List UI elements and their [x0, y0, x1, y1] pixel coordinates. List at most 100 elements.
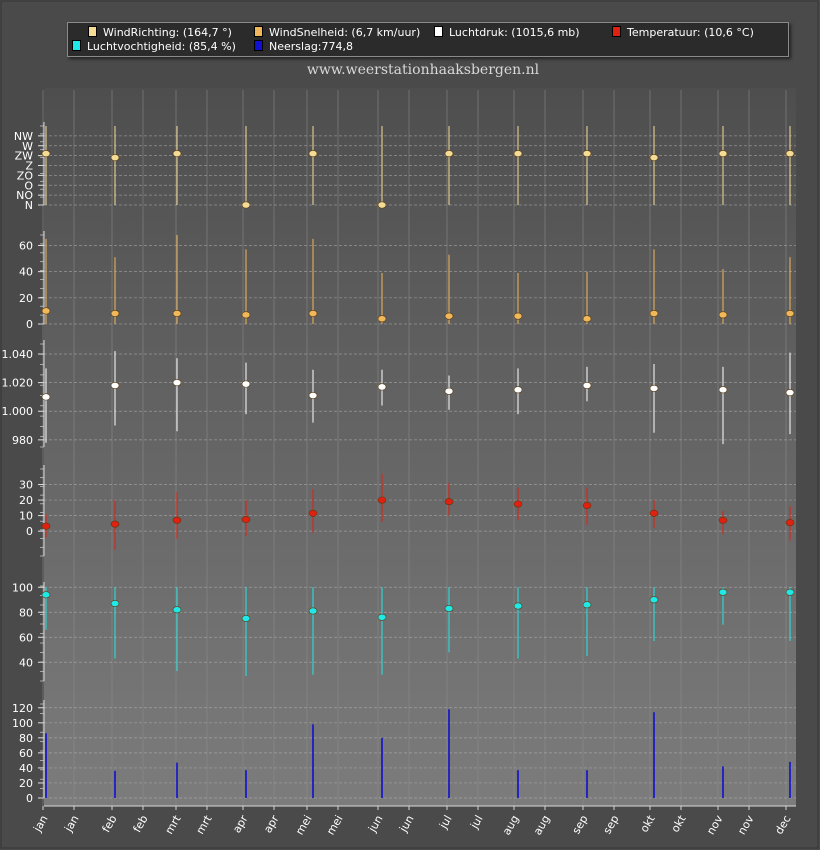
x-tick-label: jul	[467, 813, 485, 832]
y-tick-label: 40	[19, 266, 33, 279]
data-point	[172, 379, 182, 387]
data-point	[444, 604, 454, 612]
x-tick-label: aug	[500, 813, 522, 837]
data-point	[41, 150, 51, 158]
data-point	[785, 389, 795, 397]
legend-item: Luchtvochtigheid: (85,4 %)	[72, 40, 236, 54]
data-point	[41, 393, 51, 401]
x-tick-label: nov	[735, 813, 757, 837]
y-tick-label: 10	[19, 510, 33, 523]
y-tick-label: 80	[19, 732, 33, 745]
x-tick-label: mei	[293, 813, 315, 837]
data-point	[444, 150, 454, 158]
data-point	[513, 386, 523, 394]
data-point	[241, 201, 251, 209]
y-tick-label: 1.000	[2, 405, 34, 418]
x-tick-label: feb	[131, 813, 151, 835]
data-point	[241, 311, 251, 319]
data-point	[172, 516, 182, 524]
x-tick-label: mei	[324, 813, 346, 837]
data-point	[444, 498, 454, 506]
watermark-text: www.weerstationhaaksbergen.nl	[306, 62, 540, 78]
legend-swatch	[434, 26, 443, 37]
x-tick-label: jan	[61, 813, 81, 835]
data-point	[377, 315, 387, 323]
x-tick-label: mrt	[163, 812, 184, 836]
data-point	[444, 312, 454, 320]
x-tick-label: apr	[230, 813, 251, 836]
data-point	[582, 381, 592, 389]
y-tick-label: 20	[19, 777, 33, 790]
data-point	[110, 154, 120, 162]
data-point	[582, 601, 592, 609]
x-tick-label: jul	[436, 813, 454, 832]
data-point	[582, 502, 592, 510]
y-tick-label: 980	[12, 434, 33, 447]
data-point	[513, 500, 523, 508]
y-tick-label: 1.020	[2, 377, 34, 390]
x-axis: jan jan feb feb mrt mrt apr apr mei mei jun jun jul j…	[30, 805, 796, 837]
y-tick-label: 120	[12, 702, 33, 715]
data-point	[377, 201, 387, 209]
data-point	[649, 596, 659, 604]
y-tick-label: 60	[19, 747, 33, 760]
legend-label: WindSnelheid: (6,7 km/uur)	[269, 26, 421, 39]
x-tick-label: nov	[704, 813, 726, 837]
data-point	[308, 150, 318, 158]
data-point	[718, 516, 728, 524]
y-tick-label: 60	[19, 631, 33, 644]
data-point	[582, 315, 592, 323]
legend-item: WindRichting: (164,7 °)	[88, 26, 232, 40]
data-point	[513, 602, 523, 610]
data-point	[308, 391, 318, 399]
y-tick-label: 30	[19, 479, 33, 492]
legend-swatch	[254, 26, 263, 37]
data-point	[377, 383, 387, 391]
data-point	[377, 613, 387, 621]
data-point	[785, 588, 795, 596]
data-point	[110, 310, 120, 318]
data-point	[308, 509, 318, 517]
data-point	[649, 509, 659, 517]
plot-area	[44, 88, 796, 806]
legend-label: Neerslag:774,8	[269, 40, 353, 53]
y-tick-label: 20	[19, 494, 33, 507]
legend-label: Luchtvochtigheid: (85,4 %)	[87, 40, 236, 53]
data-point	[513, 150, 523, 158]
data-point	[308, 607, 318, 615]
y-tick-label: 0	[26, 525, 33, 538]
data-point	[172, 150, 182, 158]
data-point	[172, 310, 182, 318]
data-point	[649, 154, 659, 162]
legend-item: Luchtdruk: (1015,6 mb)	[434, 26, 580, 40]
legend-swatch	[72, 40, 81, 51]
weather-chart: NNOOZOZZWWNW02040609801.0001.0201.040010…	[0, 0, 819, 849]
data-point	[172, 606, 182, 614]
y-tick-label: 20	[19, 292, 33, 305]
data-point	[110, 381, 120, 389]
x-tick-label: sep	[601, 813, 622, 836]
x-tick-label: jun	[396, 813, 416, 835]
data-point	[444, 387, 454, 395]
x-tick-label: aug	[531, 813, 553, 837]
y-tick-label: 60	[19, 239, 33, 252]
x-tick-label: jun	[365, 813, 385, 835]
legend-swatch	[88, 26, 97, 37]
x-tick-label: mrt	[194, 812, 215, 836]
data-point	[785, 310, 795, 318]
data-point	[718, 311, 728, 319]
y-tick-label: 40	[19, 656, 33, 669]
legend-label: Luchtdruk: (1015,6 mb)	[449, 26, 580, 39]
y-tick-label: 0	[26, 792, 33, 805]
x-tick-label: apr	[261, 813, 282, 836]
y-tick-label: 100	[12, 717, 33, 730]
x-tick-label: okt	[669, 812, 689, 834]
data-point	[241, 380, 251, 388]
data-point	[110, 520, 120, 528]
legend-item: Neerslag:774,8	[254, 40, 353, 54]
data-point	[377, 496, 387, 504]
data-point	[241, 614, 251, 622]
data-point	[41, 307, 51, 315]
weather-chart-page: N NO O ZO Z ZW W NW 0 20 40 60 980 1.000 1.020 1.040 0 10…	[0, 0, 820, 850]
chart-legend: WindRichting: (164,7 °) WindSnelheid: (6,…	[67, 22, 789, 57]
